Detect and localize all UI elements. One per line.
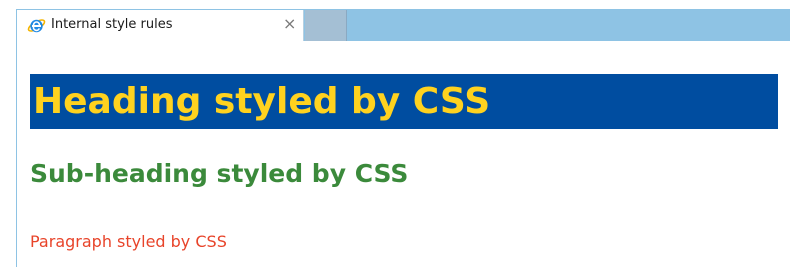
page-content: Heading styled by CSS Sub-heading styled… (17, 41, 790, 267)
tab-strip: Internal style rules × (0, 0, 790, 41)
page-heading: Heading styled by CSS (30, 74, 778, 129)
close-icon[interactable]: × (283, 14, 296, 33)
page-subheading: Sub-heading styled by CSS (30, 159, 409, 188)
tab-internal-style-rules[interactable]: Internal style rules × (17, 10, 304, 41)
page-paragraph: Paragraph styled by CSS (30, 232, 227, 251)
browser-window: Internal style rules × Heading styled by… (0, 0, 790, 267)
new-tab-button[interactable] (305, 10, 347, 41)
internet-explorer-icon (27, 16, 46, 35)
tab-title: Internal style rules (51, 17, 173, 32)
